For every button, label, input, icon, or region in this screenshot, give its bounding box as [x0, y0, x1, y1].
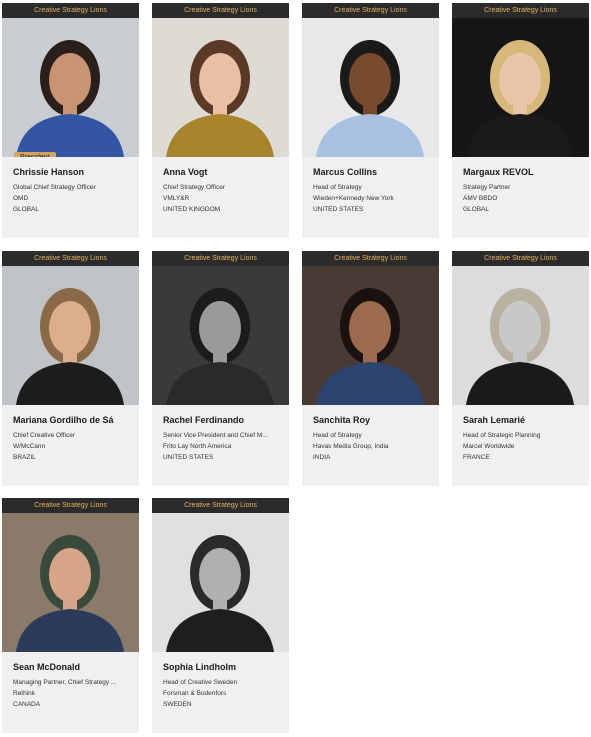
- card-info: Chrissie Hanson Global Chief Strategy Off…: [2, 157, 139, 215]
- card-category-label: Creative Strategy Lions: [152, 498, 289, 513]
- person-title: Head of Strategy: [313, 432, 362, 439]
- portrait-photo: [2, 513, 139, 652]
- person-name[interactable]: Marcus Collins: [313, 167, 435, 177]
- jury-card[interactable]: Creative Strategy Lions Anna Vogt Chief St…: [152, 3, 289, 238]
- person-country: UNITED KINGDOM: [163, 206, 221, 213]
- person-title: Managing Partner, Chief Strategy ...: [13, 679, 117, 686]
- portrait-photo: [452, 18, 589, 157]
- card-info: Marcus Collins Head of Strategy Wieden+Ken…: [302, 157, 439, 215]
- person-title: Chief Creative Officer: [13, 432, 76, 439]
- person-country: CANADA: [13, 701, 41, 708]
- person-company: Havas Media Group, India: [313, 443, 389, 450]
- portrait-photo: [152, 513, 289, 652]
- portrait-photo: [152, 18, 289, 157]
- person-country: SWEDEN: [163, 701, 192, 708]
- person-country: FRANCE: [463, 454, 490, 461]
- person-company: Frito Lay North America: [163, 443, 232, 450]
- card-category-label: Creative Strategy Lions: [2, 3, 139, 18]
- jury-card[interactable]: Creative Strategy LionsPresidentChrissie…: [2, 3, 139, 238]
- card-category-label: Creative Strategy Lions: [152, 3, 289, 18]
- person-company: Rethink: [13, 690, 36, 697]
- jury-card[interactable]: Creative Strategy Lions Margaux REVOL Stra…: [452, 3, 589, 238]
- portrait-photo: [152, 266, 289, 405]
- person-company: W/McCann: [13, 443, 46, 450]
- person-title: Strategy Partner: [463, 184, 511, 191]
- person-title: Senior Vice President and Chief M...: [163, 432, 268, 439]
- card-info: Mariana Gordilho de Sá Chief Creative Off…: [2, 405, 139, 463]
- portrait-photo: [302, 18, 439, 157]
- card-category-label: Creative Strategy Lions: [452, 3, 589, 18]
- person-name[interactable]: Rachel Ferdinando: [163, 415, 285, 425]
- person-country: GLOBAL: [13, 206, 40, 213]
- person-title: Head of Strategic Planning: [463, 432, 541, 439]
- person-name[interactable]: Anna Vogt: [163, 167, 285, 177]
- person-name[interactable]: Sarah Lemarié: [463, 415, 585, 425]
- jury-card[interactable]: Creative Strategy Lions Sanchita Roy Head …: [302, 251, 439, 486]
- portrait-photo: [2, 266, 139, 405]
- person-name[interactable]: Chrissie Hanson: [13, 167, 135, 177]
- person-country: UNITED STATES: [313, 206, 364, 213]
- person-name[interactable]: Sean McDonald: [13, 662, 135, 672]
- person-country: GLOBAL: [463, 206, 490, 213]
- jury-card[interactable]: Creative Strategy Lions Sarah Lemarié Head…: [452, 251, 589, 486]
- card-category-label: Creative Strategy Lions: [2, 251, 139, 266]
- card-info: Rachel Ferdinando Senior Vice President a…: [152, 405, 289, 463]
- person-title: Global Chief Strategy Officer: [13, 184, 96, 191]
- person-title: Head of Strategy: [313, 184, 362, 191]
- person-name[interactable]: Mariana Gordilho de Sá: [13, 415, 135, 425]
- person-company: Marcel Worldwide: [463, 443, 515, 450]
- person-title: Head of Creative Sweden: [163, 679, 238, 686]
- president-badge: President: [14, 152, 56, 157]
- card-info: Anna Vogt Chief Strategy Officer VMLY&R UNI…: [152, 157, 289, 215]
- person-name[interactable]: Sanchita Roy: [313, 415, 435, 425]
- person-company: Forsman & Bodenfors: [163, 690, 227, 697]
- portrait-photo: President: [2, 18, 139, 157]
- card-info: Sarah Lemarié Head of Strategic Planning M…: [452, 405, 589, 463]
- card-category-label: Creative Strategy Lions: [2, 498, 139, 513]
- jury-card[interactable]: Creative Strategy Lions Rachel Ferdinando…: [152, 251, 289, 486]
- person-company: AMV BBDO: [463, 195, 498, 202]
- person-title: Chief Strategy Officer: [163, 184, 226, 191]
- card-category-label: Creative Strategy Lions: [152, 251, 289, 266]
- card-category-label: Creative Strategy Lions: [302, 3, 439, 18]
- person-company: VMLY&R: [163, 195, 190, 202]
- jury-card[interactable]: Creative Strategy Lions Sean McDonald Mana…: [2, 498, 139, 733]
- card-info: Sanchita Roy Head of Strategy Havas Media …: [302, 405, 439, 463]
- card-info: Sophia Lindholm Head of Creative Sweden Fo…: [152, 652, 289, 710]
- person-country: INDIA: [313, 454, 331, 461]
- card-info: Sean McDonald Managing Partner, Chief Str…: [2, 652, 139, 710]
- person-name[interactable]: Sophia Lindholm: [163, 662, 285, 672]
- card-info: Margaux REVOL Strategy Partner AMV BBDO GLO…: [452, 157, 589, 215]
- portrait-photo: [302, 266, 439, 405]
- jury-card[interactable]: Creative Strategy Lions Sophia Lindholm He…: [152, 498, 289, 733]
- person-country: BRAZIL: [13, 454, 36, 461]
- portrait-photo: [452, 266, 589, 405]
- person-name[interactable]: Margaux REVOL: [463, 167, 585, 177]
- person-country: UNITED STATES: [163, 454, 214, 461]
- person-company: Wieden+Kennedy New York: [313, 195, 394, 202]
- jury-card[interactable]: Creative Strategy Lions Marcus Collins Hea…: [302, 3, 439, 238]
- card-category-label: Creative Strategy Lions: [302, 251, 439, 266]
- card-category-label: Creative Strategy Lions: [452, 251, 589, 266]
- jury-card[interactable]: Creative Strategy Lions Mariana Gordilho …: [2, 251, 139, 486]
- person-company: OMD: [13, 195, 29, 202]
